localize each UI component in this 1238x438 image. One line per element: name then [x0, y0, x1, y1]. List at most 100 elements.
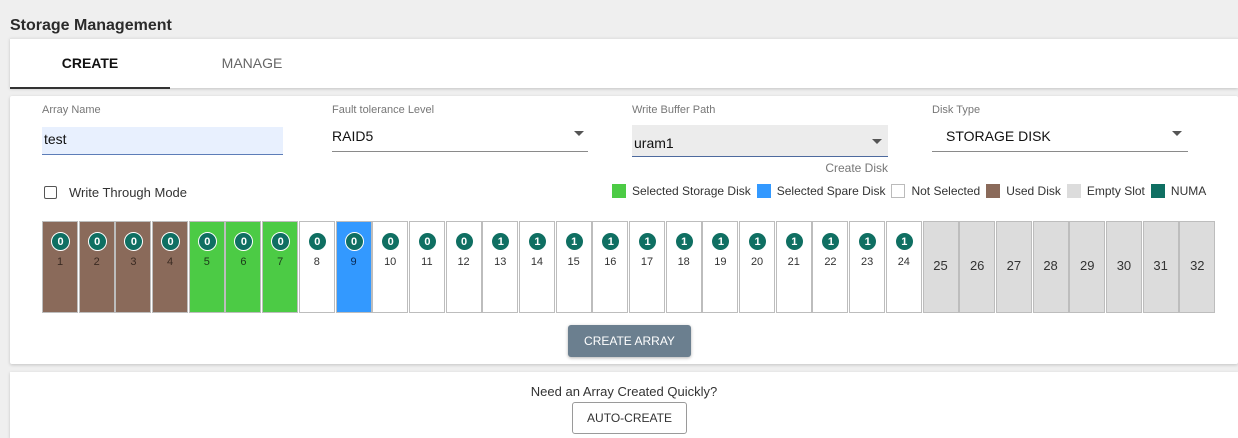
disk-type-value: STORAGE DISK [946, 128, 1051, 144]
numa-badge: 0 [161, 232, 181, 251]
disk-slot[interactable]: 1 19 [702, 221, 739, 313]
disk-slot[interactable]: 25 [922, 221, 959, 313]
numa-badge: 1 [858, 232, 878, 251]
disk-slot[interactable]: 32 [1179, 221, 1216, 313]
disk-slot-number: 1 [56, 256, 64, 268]
chevron-down-icon [872, 139, 882, 144]
disk-slot[interactable]: 1 22 [812, 221, 849, 313]
numa-badge: 1 [601, 232, 621, 251]
disk-type-label: Disk Type [932, 104, 981, 116]
disk-slot[interactable]: 1 18 [665, 221, 702, 313]
disk-slot[interactable]: 02 [78, 221, 115, 313]
write-through-label: Write Through Mode [69, 185, 188, 200]
numa-badge: 0 [197, 232, 217, 251]
disk-slot-number: 14 [530, 256, 544, 268]
numa-badge: 1 [674, 232, 694, 251]
tab-create[interactable]: CREATE [10, 39, 170, 89]
legend-item: Selected Spare Disk [756, 184, 886, 198]
disk-slot-number: 19 [714, 256, 727, 268]
create-disk-link[interactable]: Create Disk [825, 161, 888, 175]
disk-slot-number: 27 [1006, 258, 1022, 273]
disk-slot[interactable]: 04 [152, 221, 189, 313]
legend-item: Selected Storage Disk [612, 184, 751, 198]
disk-slot[interactable]: 1 24 [885, 221, 922, 313]
legend-label: Selected Spare Disk [776, 184, 886, 198]
disk-slot[interactable]: 07 [262, 221, 299, 313]
disk-slot-number: 3 [130, 256, 137, 268]
numa-badge: 0 [381, 232, 401, 251]
disk-slot-number: 12 [457, 256, 470, 268]
chevron-down-icon [574, 131, 584, 136]
numa-badge: 1 [491, 232, 511, 251]
page-title: Storage Management [10, 17, 172, 34]
disk-slot-number: 24 [897, 256, 910, 268]
numa-badge: 0 [51, 232, 70, 251]
auto-create-prompt: Need an Array Created Quickly? [530, 384, 718, 399]
disk-slot-number: 21 [787, 256, 800, 268]
disk-slot[interactable]: 05 [188, 221, 225, 313]
tab-manage[interactable]: MANAGE [172, 39, 332, 89]
disk-slot[interactable]: 28 [1032, 221, 1069, 313]
disk-slot[interactable]: 1 15 [555, 221, 592, 313]
array-name-label: Array Name [42, 104, 101, 116]
numa-badge: 0 [307, 232, 327, 251]
disk-slot-number: 5 [203, 256, 210, 268]
disk-slot[interactable]: 08 [298, 221, 335, 313]
fault-tolerance-label: Fault tolerance Level [332, 104, 435, 116]
auto-create-button[interactable]: AUTO-CREATE [572, 402, 687, 434]
disk-slot[interactable]: 0 12 [445, 221, 482, 313]
disk-slot[interactable]: 1 13 [482, 221, 519, 313]
disk-slot[interactable]: 06 [225, 221, 262, 313]
write-through-checkbox[interactable] [44, 186, 57, 199]
disk-slot[interactable]: 03 [115, 221, 152, 313]
disk-slot-number: 16 [604, 256, 617, 268]
disk-slot-number: 20 [750, 256, 764, 268]
fault-tolerance-value: RAID5 [332, 128, 374, 144]
disk-slot[interactable]: 01 [42, 221, 78, 313]
disk-slot[interactable]: 30 [1105, 221, 1142, 313]
disk-slot[interactable]: 26 [959, 221, 996, 313]
disk-slot-number: 31 [1153, 258, 1168, 273]
numa-badge: 1 [527, 232, 547, 251]
disk-slot-number: 25 [933, 258, 948, 273]
disk-slot[interactable]: 27 [995, 221, 1032, 313]
array-name-input[interactable] [42, 127, 283, 155]
legend-item: Empty Slot [1066, 184, 1145, 198]
numa-badge: 0 [124, 232, 144, 251]
disk-slot-number: 29 [1080, 258, 1095, 273]
disk-slot[interactable]: 09 [335, 221, 372, 313]
disk-slot[interactable]: 1 21 [775, 221, 812, 313]
disk-slot[interactable]: 0 11 [408, 221, 445, 313]
disk-slot[interactable]: 1 16 [592, 221, 629, 313]
page-header: Storage Management [0, 0, 1238, 36]
create-array-button[interactable]: CREATE ARRAY [568, 325, 691, 357]
disk-slot-number: 10 [384, 256, 397, 268]
numa-badge: 0 [234, 232, 254, 251]
legend-swatch [756, 184, 771, 198]
disk-slot[interactable]: 29 [1069, 221, 1106, 313]
disk-slot[interactable]: 31 [1142, 221, 1179, 313]
disk-slot[interactable]: 1 14 [518, 221, 555, 313]
legend-swatch [612, 184, 626, 198]
disk-slot-number: 23 [861, 256, 874, 268]
numa-badge: 1 [748, 232, 768, 251]
legend-swatch [986, 184, 1001, 198]
legend-swatch [1150, 184, 1165, 198]
disk-slot[interactable]: 1 17 [629, 221, 665, 313]
auto-create-card: Need an Array Created Quickly? AUTO-CREA… [10, 372, 1238, 438]
disk-slot-number: 22 [824, 256, 837, 268]
disk-slot-number: 9 [350, 256, 357, 268]
numa-badge: 1 [894, 232, 914, 251]
disk-slot[interactable]: 1 23 [849, 221, 886, 313]
array-name-field: Array Name [42, 104, 283, 156]
legend-item: Not Selected [891, 184, 980, 198]
disk-slot-number: 32 [1190, 258, 1205, 273]
disk-slot[interactable]: 1 20 [739, 221, 776, 313]
disk-type-select[interactable]: Disk Type STORAGE DISK [932, 104, 1188, 152]
legend-label: Not Selected [911, 184, 981, 198]
write-buffer-select[interactable]: uram1 [632, 125, 888, 157]
disk-slot[interactable]: 0 10 [372, 221, 409, 313]
numa-badge: 0 [417, 232, 437, 251]
fault-tolerance-select[interactable]: Fault tolerance Level RAID5 [332, 104, 588, 152]
legend-label: NUMA [1170, 184, 1207, 198]
